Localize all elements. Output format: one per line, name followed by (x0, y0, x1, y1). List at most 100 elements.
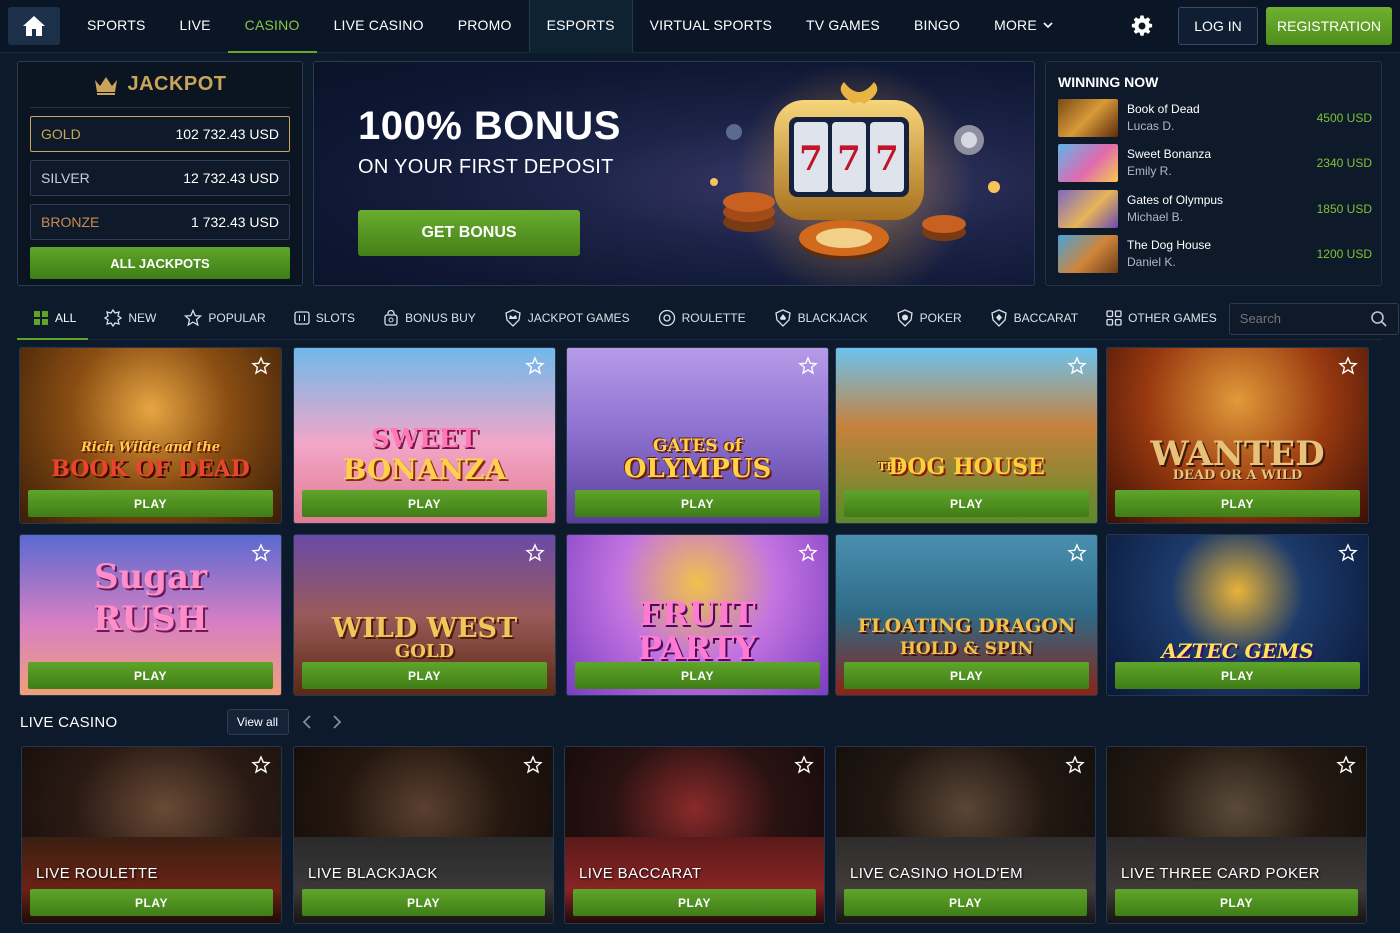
filter-other-games[interactable]: OTHER GAMES (1090, 298, 1229, 340)
play-button[interactable]: PLAY (844, 662, 1089, 689)
slot-machine-illustration: 7 7 7 (710, 62, 1000, 285)
gear-icon (1131, 15, 1153, 36)
live-card-roulette[interactable]: LIVE ROULETTE PLAY (21, 746, 282, 924)
play-button[interactable]: PLAY (302, 889, 545, 916)
favorite-star-icon[interactable] (525, 543, 545, 563)
winner-amount: 2340 USD (1316, 156, 1372, 170)
favorite-star-icon[interactable] (798, 356, 818, 376)
game-card-sugar-rush[interactable]: Sugar RUSH PLAY (19, 534, 282, 696)
game-card-sweet-bonanza[interactable]: SWEET BONANZA PLAY (293, 347, 556, 524)
favorite-star-icon[interactable] (251, 543, 271, 563)
all-jackpots-button[interactable]: ALL JACKPOTS (30, 247, 290, 279)
favorite-star-icon[interactable] (1338, 356, 1358, 376)
live-card-blackjack[interactable]: LIVE BLACKJACK PLAY (293, 746, 554, 924)
favorite-star-icon[interactable] (523, 755, 543, 775)
nav-live[interactable]: LIVE (163, 0, 228, 53)
play-button[interactable]: PLAY (1115, 889, 1358, 916)
game-card-gates-of-olympus[interactable]: GATES of OLYMPUS PLAY (566, 347, 829, 524)
nav-sports[interactable]: SPORTS (70, 0, 163, 53)
favorite-star-icon[interactable] (1067, 356, 1087, 376)
live-card-holdem[interactable]: LIVE CASINO HOLD'EM PLAY (835, 746, 1096, 924)
play-button[interactable]: PLAY (28, 662, 273, 689)
filter-label: BONUS BUY (405, 310, 476, 325)
favorite-star-icon[interactable] (1067, 543, 1087, 563)
search-input[interactable] (1239, 311, 1370, 326)
filter-baccarat[interactable]: BACCARAT (974, 298, 1090, 340)
favorite-star-icon[interactable] (798, 543, 818, 563)
filter-popular[interactable]: POPULAR (168, 298, 277, 340)
nav-live-casino[interactable]: LIVE CASINO (317, 0, 441, 53)
play-button[interactable]: PLAY (1115, 490, 1360, 517)
nav-esports[interactable]: ESPORTS (528, 0, 633, 53)
winner-item[interactable]: The Dog House Daniel K. 1200 USD (1058, 235, 1372, 273)
nav-tv-games[interactable]: TV GAMES (789, 0, 897, 53)
prev-button[interactable] (295, 709, 319, 735)
poker-icon (896, 308, 913, 327)
filter-slots[interactable]: SLOTS (278, 298, 367, 340)
filter-roulette[interactable]: ROULETTE (642, 298, 758, 340)
favorite-star-icon[interactable] (1065, 755, 1085, 775)
view-all-button[interactable]: View all (226, 709, 289, 735)
filter-blackjack[interactable]: BLACKJACK (758, 298, 880, 340)
grid-icon (34, 310, 48, 325)
play-button[interactable]: PLAY (1115, 662, 1360, 689)
live-card-three-card-poker[interactable]: LIVE THREE CARD POKER PLAY (1106, 746, 1367, 924)
home-button[interactable] (8, 7, 60, 45)
play-button[interactable]: PLAY (573, 889, 816, 916)
filter-jackpot-games[interactable]: JACKPOT GAMES (488, 298, 642, 340)
search-icon[interactable] (1370, 310, 1388, 328)
game-card-dog-house[interactable]: THE DOG HOUSE PLAY (835, 347, 1098, 524)
live-card-baccarat[interactable]: LIVE BACCARAT PLAY (564, 746, 825, 924)
favorite-star-icon[interactable] (794, 755, 814, 775)
game-title-line1: Sugar (94, 557, 207, 597)
play-button[interactable]: PLAY (844, 490, 1089, 517)
game-card-aztec-gems[interactable]: AZTEC GEMS PLAY (1106, 534, 1369, 696)
get-bonus-button[interactable]: GET BONUS (358, 210, 580, 256)
filter-bonus-buy[interactable]: BONUS BUY (367, 298, 488, 340)
nav-bingo[interactable]: BINGO (897, 0, 977, 53)
winner-item[interactable]: Book of Dead Lucas D. 4500 USD (1058, 99, 1372, 137)
favorite-star-icon[interactable] (251, 356, 271, 376)
nav-virtual-sports[interactable]: VIRTUAL SPORTS (633, 0, 789, 53)
favorite-star-icon[interactable] (1338, 543, 1358, 563)
login-button[interactable]: LOG IN (1178, 7, 1258, 45)
game-card-book-of-dead[interactable]: Rich Wilde and the BOOK OF DEAD PLAY (19, 347, 282, 524)
winner-user: Lucas D. (1127, 119, 1175, 133)
nav-more[interactable]: MORE (977, 0, 1070, 53)
jackpot-gold-value: 102 732.43 USD (175, 126, 279, 142)
game-title-line2: GOLD (394, 641, 455, 662)
game-card-wild-west-gold[interactable]: WILD WEST GOLD PLAY (293, 534, 556, 696)
live-game-name: LIVE ROULETTE (36, 865, 158, 882)
registration-button[interactable]: REGISTRATION (1266, 7, 1392, 45)
squares-icon (1106, 309, 1122, 326)
next-button[interactable] (325, 709, 349, 735)
game-card-wanted[interactable]: WANTED DEAD OR A WILD PLAY (1106, 347, 1369, 524)
settings-button[interactable] (1122, 6, 1162, 46)
favorite-star-icon[interactable] (525, 356, 545, 376)
filter-poker[interactable]: POKER (880, 298, 974, 340)
favorite-star-icon[interactable] (1336, 755, 1356, 775)
live-game-name: LIVE BLACKJACK (308, 865, 438, 882)
play-button[interactable]: PLAY (302, 662, 547, 689)
game-title-line2: DOG HOUSE (888, 454, 1045, 480)
winner-item[interactable]: Sweet Bonanza Emily R. 2340 USD (1058, 144, 1372, 182)
filter-all[interactable]: ALL (17, 298, 89, 340)
game-card-floating-dragon[interactable]: FLOATING DRAGON HOLD & SPIN PLAY (835, 534, 1098, 696)
play-button[interactable]: PLAY (844, 889, 1087, 916)
winner-item[interactable]: Gates of Olympus Michael B. 1850 USD (1058, 190, 1372, 228)
play-button[interactable]: PLAY (575, 490, 820, 517)
play-button[interactable]: PLAY (302, 490, 547, 517)
winner-game: Sweet Bonanza (1127, 147, 1212, 161)
filter-new[interactable]: NEW (88, 298, 168, 340)
play-button[interactable]: PLAY (28, 490, 273, 517)
winning-now-panel: WINNING NOW Book of Dead Lucas D. 4500 U… (1045, 61, 1382, 286)
play-button[interactable]: PLAY (575, 662, 820, 689)
filter-label: NEW (128, 310, 157, 325)
jackpot-bronze-label: BRONZE (41, 214, 100, 230)
nav-casino[interactable]: CASINO (227, 0, 317, 53)
game-card-fruit-party[interactable]: FRUIT PARTY PLAY (566, 534, 829, 696)
play-button[interactable]: PLAY (30, 889, 273, 916)
jackpot-row-bronze: BRONZE 1 732.43 USD (30, 204, 290, 240)
nav-promo[interactable]: PROMO (441, 0, 529, 53)
favorite-star-icon[interactable] (251, 755, 271, 775)
